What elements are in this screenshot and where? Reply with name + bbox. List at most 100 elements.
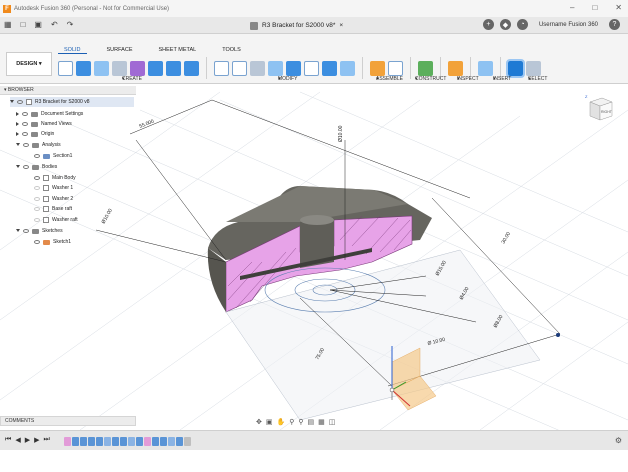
grid-settings-icon[interactable]: ▦ <box>318 418 325 426</box>
eye-icon[interactable] <box>34 176 40 180</box>
eye-hidden-icon[interactable] <box>34 218 40 222</box>
modify-menu[interactable]: MODIFY ▾ <box>278 76 297 82</box>
move-icon[interactable] <box>304 60 319 76</box>
select-menu[interactable]: SELECT ▾ <box>528 76 547 82</box>
clock-icon[interactable]: ◔ <box>516 19 528 30</box>
eye-icon[interactable] <box>17 100 23 104</box>
tab-solid[interactable]: SOLID <box>58 47 87 54</box>
document-tab[interactable]: R3 Bracket for S2000 v8* × <box>250 19 343 32</box>
eye-icon[interactable] <box>34 240 40 244</box>
undo-icon[interactable]: ↶ <box>51 20 58 29</box>
browser-header[interactable]: ▾ BROWSER <box>0 86 136 95</box>
chamfer-icon[interactable] <box>250 60 265 76</box>
timeline-feature[interactable] <box>96 436 103 446</box>
save-icon[interactable]: ▣ <box>34 20 42 29</box>
timeline-feature[interactable] <box>152 436 159 446</box>
timeline-prev-icon[interactable]: ◀ <box>15 436 20 444</box>
workspace-switcher-button[interactable]: DESIGN ▾ <box>6 52 52 76</box>
eye-icon[interactable] <box>23 229 29 233</box>
eye-icon[interactable] <box>23 165 29 169</box>
timeline-settings-icon[interactable]: ⚙ <box>615 436 622 445</box>
tree-item-washer-2[interactable]: Washer 2 <box>34 194 73 204</box>
maximize-icon[interactable]: □ <box>592 3 597 12</box>
timeline-feature[interactable] <box>144 436 151 446</box>
grid-icon[interactable]: ▦ <box>4 20 12 29</box>
orbit-icon[interactable]: ✥ <box>256 418 262 426</box>
tree-item-bodies[interactable]: Bodies <box>16 162 57 172</box>
eye-hidden-icon[interactable] <box>34 197 40 201</box>
look-at-icon[interactable]: ▣ <box>266 418 273 426</box>
tree-item-sketch1[interactable]: Sketch1 <box>34 237 71 247</box>
eye-icon[interactable] <box>23 143 29 147</box>
tree-item-named-views[interactable]: Named Views <box>16 119 72 129</box>
measure-icon[interactable] <box>448 60 463 76</box>
timeline-start-icon[interactable]: ⏮ <box>5 436 11 444</box>
expand-icon[interactable] <box>16 112 19 116</box>
viewcube[interactable]: RIGHT Z <box>582 92 616 126</box>
eye-icon[interactable] <box>22 132 28 136</box>
timeline-feature[interactable] <box>168 436 175 446</box>
user-name[interactable]: Username Fusion 360 <box>539 22 598 28</box>
tree-item-origin[interactable]: Origin <box>16 129 54 139</box>
timeline-feature[interactable] <box>104 436 111 446</box>
tree-item-document-settings[interactable]: Document Settings <box>16 109 83 119</box>
minimize-icon[interactable]: – <box>570 3 574 12</box>
file-icon[interactable]: □ <box>21 20 26 29</box>
tab-close-icon[interactable]: × <box>339 22 343 29</box>
eye-hidden-icon[interactable] <box>34 207 40 211</box>
redo-icon[interactable]: ↷ <box>67 20 74 29</box>
tree-item-section1[interactable]: Section1 <box>34 151 72 161</box>
timeline-feature[interactable] <box>128 436 135 446</box>
construct-menu[interactable]: CONSTRUCT ▾ <box>415 76 446 82</box>
expand-icon[interactable] <box>16 122 19 126</box>
timeline-feature[interactable] <box>184 436 191 446</box>
tab-tools[interactable]: TOOLS <box>216 47 247 54</box>
timeline-end-icon[interactable]: ⏭ <box>43 436 49 444</box>
extrude-icon[interactable] <box>76 60 91 76</box>
insert-image-icon[interactable] <box>478 60 493 76</box>
shell-icon[interactable] <box>268 60 283 76</box>
timeline-feature[interactable] <box>88 436 95 446</box>
tree-root[interactable]: R3 Bracket for S2000 v8 <box>10 97 134 107</box>
select-icon[interactable] <box>506 58 525 78</box>
form-icon[interactable] <box>130 60 145 76</box>
timeline-feature[interactable] <box>136 436 143 446</box>
display-settings-icon[interactable]: ▤ <box>308 418 315 426</box>
tree-item-washer-raft[interactable]: Washer raft <box>34 215 78 225</box>
create-menu[interactable]: CREATE ▾ <box>122 76 142 82</box>
combine-icon[interactable] <box>286 60 301 76</box>
eye-icon[interactable] <box>34 154 40 158</box>
fillet-icon[interactable] <box>232 60 247 76</box>
timeline-feature[interactable] <box>160 436 167 446</box>
timeline-next-icon[interactable]: ▶ <box>34 436 39 444</box>
timeline-feature[interactable] <box>64 436 71 446</box>
offset-plane-icon[interactable] <box>418 60 433 76</box>
create-sketch-icon[interactable] <box>58 60 73 76</box>
timeline-feature[interactable] <box>80 436 87 446</box>
help-icon[interactable]: ? <box>609 19 620 30</box>
cylinder-icon[interactable] <box>166 60 181 76</box>
timeline-feature[interactable] <box>176 436 183 446</box>
comments-panel[interactable]: COMMENTS <box>0 416 136 426</box>
select-window-icon[interactable] <box>526 60 541 76</box>
tree-item-sketches[interactable]: Sketches <box>16 226 63 236</box>
expand-icon[interactable] <box>16 228 20 234</box>
inspect-menu[interactable]: INSPECT ▾ <box>457 76 479 82</box>
sweep-icon[interactable] <box>112 60 127 76</box>
timeline-play-icon[interactable]: ▶ <box>25 436 30 444</box>
tree-item-analysis[interactable]: Analysis <box>16 140 61 150</box>
timeline-feature[interactable] <box>120 436 127 446</box>
eye-icon[interactable] <box>22 122 28 126</box>
tab-surface[interactable]: SURFACE <box>101 47 139 54</box>
tree-item-washer-1[interactable]: Washer 1 <box>34 183 73 193</box>
press-pull-icon[interactable] <box>214 60 229 76</box>
fit-icon[interactable]: ⚲ <box>298 418 303 426</box>
tab-sheet-metal[interactable]: SHEET METAL <box>153 47 203 54</box>
assemble-menu[interactable]: ASSEMBLE ▾ <box>376 76 403 82</box>
expand-icon[interactable] <box>16 132 19 136</box>
timeline-feature[interactable] <box>112 436 119 446</box>
tree-item-base-raft[interactable]: Base raft <box>34 204 72 214</box>
insert-menu[interactable]: INSERT ▾ <box>493 76 511 82</box>
timeline-feature[interactable] <box>72 436 79 446</box>
add-tab-icon[interactable]: + <box>482 19 494 30</box>
